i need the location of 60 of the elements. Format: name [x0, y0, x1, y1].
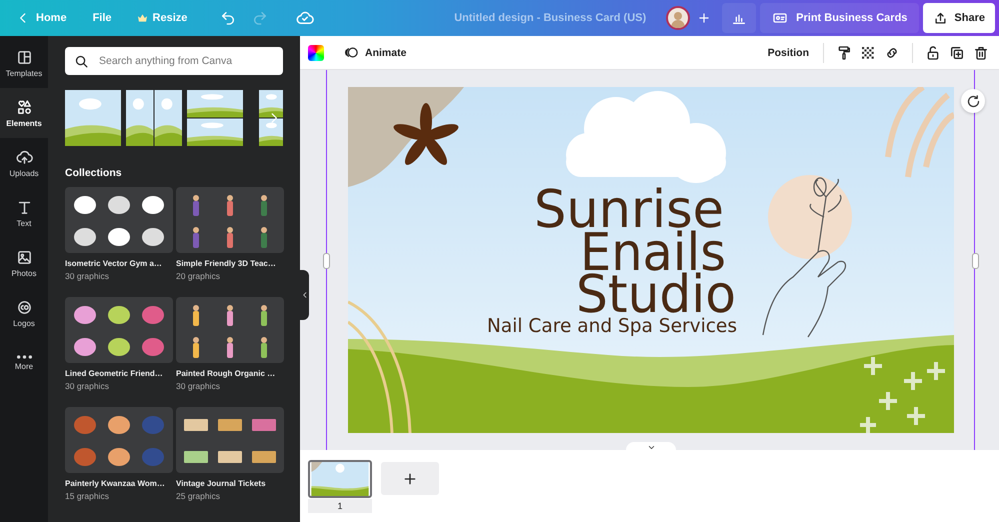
print-button[interactable]: Print Business Cards — [760, 3, 920, 33]
templates-icon — [16, 48, 32, 66]
collection-title[interactable]: Lined Geometric Friend… — [65, 368, 173, 380]
redo-icon — [252, 10, 268, 26]
search-icon — [74, 54, 89, 68]
collection-title[interactable]: Vintage Journal Tickets — [176, 478, 284, 490]
cloud-check-icon — [296, 9, 314, 27]
collection-title[interactable]: Painterly Kwanzaa Wom… — [65, 478, 173, 490]
checkerboard-icon — [860, 44, 876, 60]
animate-icon — [344, 45, 359, 60]
plus-icon — [402, 470, 418, 486]
plus-icon — [697, 11, 712, 25]
graphics-count: 30 graphics — [176, 380, 221, 393]
avatar[interactable] — [666, 6, 690, 30]
sidebar-tab[interactable]: Uploads — [0, 138, 48, 188]
animate-button[interactable]: Animate — [344, 45, 406, 60]
refresh-icon — [966, 94, 980, 108]
page-number: 1 — [308, 499, 372, 513]
position-button[interactable]: Position — [762, 42, 815, 62]
flower-drawing — [393, 103, 458, 165]
graphics-count: 30 graphics — [65, 380, 110, 393]
section-heading: Collections — [65, 167, 123, 179]
crown-icon — [138, 14, 147, 22]
tagline-text: Nail Care and Spa Services — [486, 315, 743, 337]
search-input[interactable]: Search anything from Canva — [97, 54, 274, 68]
share-icon — [933, 10, 948, 26]
cloud-upload-icon — [16, 148, 32, 166]
share-button[interactable]: Share — [923, 3, 995, 33]
chevron-down-icon — [646, 443, 656, 452]
image-icon — [16, 248, 32, 266]
badge-icon — [16, 298, 32, 316]
resize-handle[interactable] — [972, 253, 979, 269]
search-field[interactable]: Search anything from Canva — [65, 47, 283, 75]
more-icon — [16, 355, 32, 359]
paint-roller-icon — [836, 44, 852, 60]
graphics-count: 15 graphics — [65, 490, 110, 503]
graphics-count: 20 graphics — [176, 270, 221, 283]
graphics-count: 30 graphics — [65, 270, 110, 283]
color-picker-button[interactable] — [308, 44, 324, 60]
sidebar-tab[interactable]: Text — [0, 188, 48, 238]
duplicate-icon — [949, 44, 965, 60]
sidebar-tab[interactable]: More — [0, 338, 48, 388]
collection-title[interactable]: Painted Rough Organic … — [176, 368, 284, 380]
sidebar-tab[interactable]: Photos — [0, 238, 48, 288]
document-title: Untitled design - Business Card (US) — [454, 12, 646, 24]
sidebar-tab[interactable]: Logos — [0, 288, 48, 338]
collection-title[interactable]: Isometric Vector Gym a… — [65, 258, 173, 270]
resize-handle[interactable] — [323, 253, 330, 269]
undo-icon — [220, 10, 236, 26]
padlock-icon — [925, 44, 941, 60]
chevron-left-icon — [300, 291, 308, 299]
graphics-count: 25 graphics — [176, 490, 221, 503]
collapse-panel-button[interactable] — [300, 270, 309, 320]
insights-button[interactable] — [722, 3, 756, 33]
shapes-icon — [16, 98, 32, 116]
refresh-button[interactable] — [961, 89, 985, 113]
collection-title[interactable]: Simple Friendly 3D Teac… — [176, 258, 284, 270]
sidebar-tab[interactable]: Elements — [0, 88, 48, 138]
trash-icon — [973, 44, 989, 60]
sidebar-tab[interactable]: Templates — [0, 38, 48, 88]
